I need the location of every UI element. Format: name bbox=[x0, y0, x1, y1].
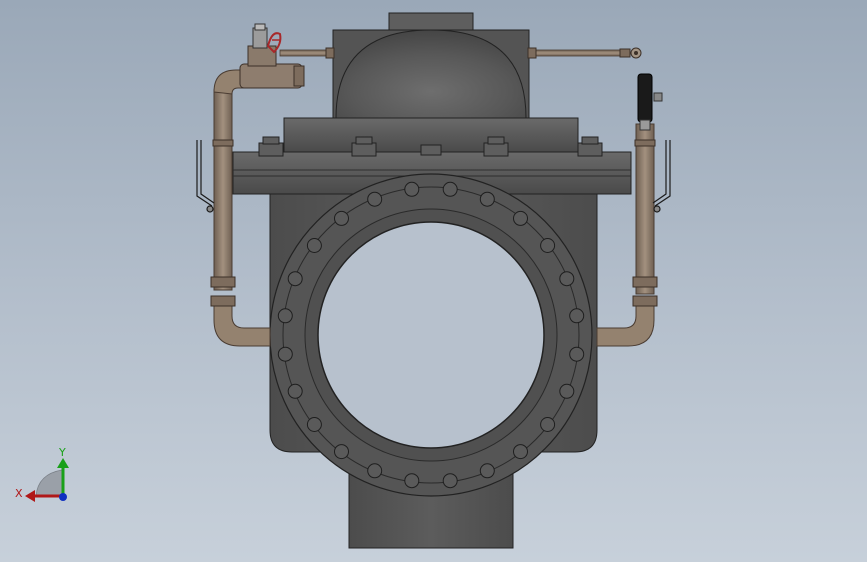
bolt-hole bbox=[287, 383, 303, 399]
left-bracket bbox=[196, 140, 215, 213]
x-axis-label: X bbox=[15, 487, 23, 500]
bolt-hole bbox=[404, 181, 420, 197]
bolt-hole bbox=[334, 444, 349, 460]
left-pilot-line bbox=[210, 69, 271, 347]
y-axis-label: Y bbox=[58, 446, 66, 459]
cad-viewport[interactable]: Y X bbox=[0, 0, 867, 562]
bolt-hole bbox=[559, 271, 575, 287]
orientation-triad: Y X bbox=[15, 446, 69, 502]
bolt-hole bbox=[367, 463, 383, 479]
bolt-hole bbox=[334, 210, 349, 226]
bolt-hole bbox=[442, 473, 458, 489]
pressure-indicator[interactable] bbox=[637, 73, 663, 131]
right-bracket bbox=[652, 140, 671, 213]
bolt-hole bbox=[540, 238, 556, 253]
bolt-hole bbox=[306, 238, 322, 253]
bolt-hole bbox=[277, 308, 293, 324]
bolt-hole bbox=[306, 417, 322, 432]
bonnet-cap bbox=[388, 12, 474, 32]
bolt-hole bbox=[479, 463, 495, 479]
bolt-hole bbox=[287, 271, 303, 287]
bolt-hole bbox=[367, 191, 383, 207]
bolt-hole bbox=[442, 181, 458, 197]
bolt-hole bbox=[479, 191, 495, 207]
bolt-hole bbox=[513, 444, 528, 460]
bolt-hole bbox=[569, 308, 585, 324]
inlet-bore bbox=[317, 221, 545, 449]
bolt-hole bbox=[513, 210, 528, 226]
view-plane-icon bbox=[35, 469, 63, 497]
bolt-hole bbox=[540, 417, 556, 432]
bolt-hole bbox=[559, 383, 575, 399]
bolt-hole bbox=[569, 346, 585, 362]
bolt-hole bbox=[277, 346, 293, 362]
bolt-hole bbox=[404, 473, 420, 489]
